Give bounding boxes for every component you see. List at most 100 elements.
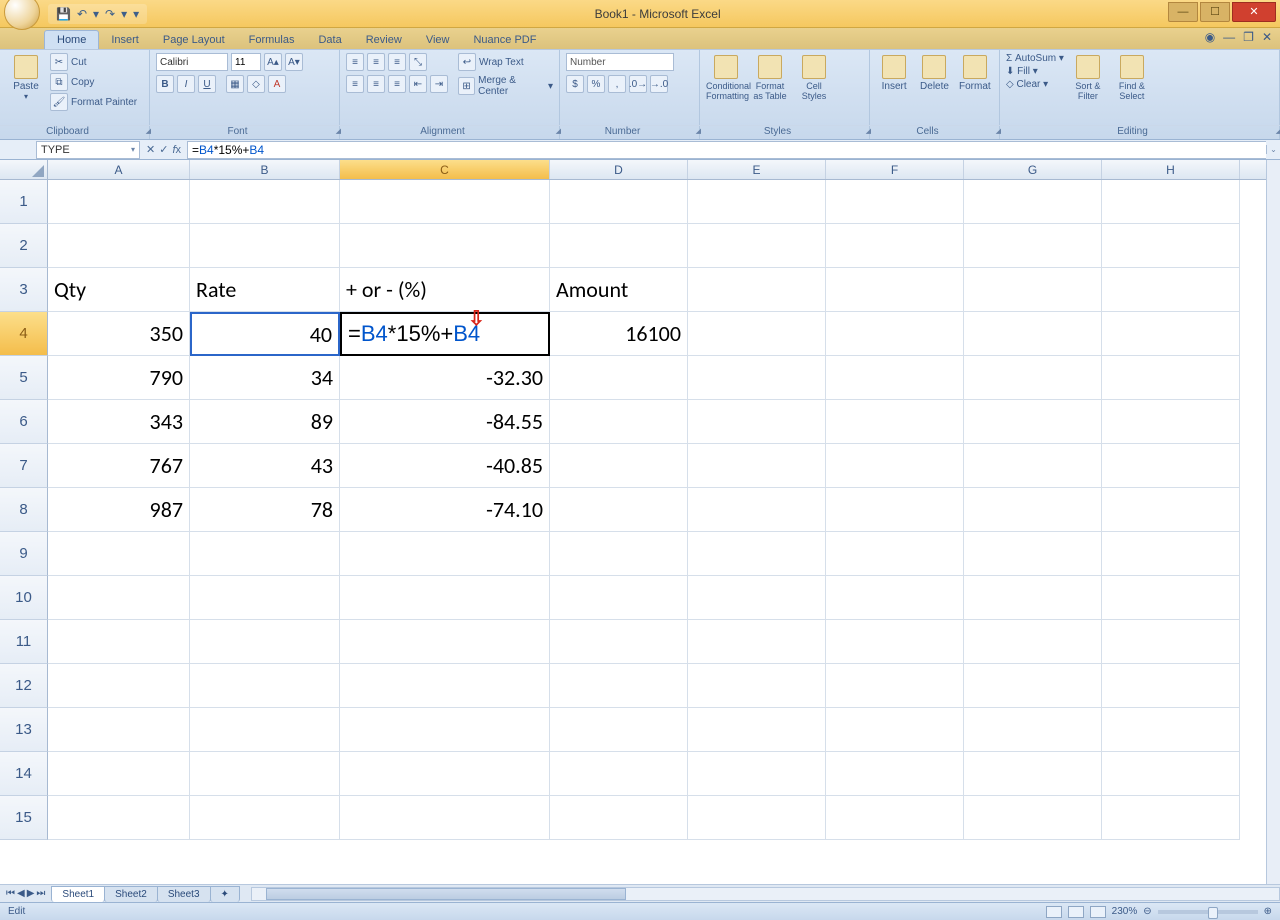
cell-h13[interactable] [1102,708,1240,752]
office-button[interactable] [4,0,40,30]
cell-c2[interactable] [340,224,550,268]
align-top-icon[interactable]: ≡ [346,53,364,71]
row-header-10[interactable]: 10 [0,576,48,620]
align-right-icon[interactable]: ≡ [388,75,406,93]
autosum-button[interactable]: Σ AutoSum ▾ [1006,53,1064,64]
sheet-nav-first-icon[interactable]: ⏮ [6,888,15,899]
cell-h10[interactable] [1102,576,1240,620]
cell-a7[interactable]: 767 [48,444,190,488]
orientation-icon[interactable]: ⤡ [409,53,427,71]
cell-b7[interactable]: 43 [190,444,340,488]
row-header-1[interactable]: 1 [0,180,48,224]
cell-g5[interactable] [964,356,1102,400]
row-header-9[interactable]: 9 [0,532,48,576]
cell-h2[interactable] [1102,224,1240,268]
cell-e14[interactable] [688,752,826,796]
cell-h14[interactable] [1102,752,1240,796]
cell-d14[interactable] [550,752,688,796]
cell-a14[interactable] [48,752,190,796]
cell-b10[interactable] [190,576,340,620]
cell-f8[interactable] [826,488,964,532]
cell-a3[interactable]: Qty [48,268,190,312]
cell-d10[interactable] [550,576,688,620]
cell-d3[interactable]: Amount [550,268,688,312]
cell-g4[interactable] [964,312,1102,356]
help-icon[interactable]: ◉ [1205,30,1215,44]
cell-a6[interactable]: 343 [48,400,190,444]
name-box[interactable]: TYPE▾ [36,141,140,159]
cell-f2[interactable] [826,224,964,268]
wrap-text-icon[interactable]: ↩ [458,53,476,71]
cell-d9[interactable] [550,532,688,576]
cell-b1[interactable] [190,180,340,224]
cell-e7[interactable] [688,444,826,488]
sheet-tab-3[interactable]: Sheet3 [157,886,211,902]
cell-c3[interactable]: + or - (%) [340,268,550,312]
tab-page-layout[interactable]: Page Layout [151,31,237,49]
tab-formulas[interactable]: Formulas [237,31,307,49]
cell-f9[interactable] [826,532,964,576]
cell-g10[interactable] [964,576,1102,620]
number-format-combo[interactable] [566,53,674,71]
fill-button[interactable]: ⬇ Fill ▾ [1006,66,1038,77]
spreadsheet-grid[interactable]: A B C D E F G H 123QtyRate+ or - (%)Amou… [0,160,1266,884]
cell-d5[interactable] [550,356,688,400]
dec-decimal-icon[interactable]: →.0 [650,75,668,93]
cell-h1[interactable] [1102,180,1240,224]
cell-c1[interactable] [340,180,550,224]
cell-c13[interactable] [340,708,550,752]
vertical-scrollbar[interactable] [1266,160,1280,884]
cell-c15[interactable] [340,796,550,840]
cell-d8[interactable] [550,488,688,532]
col-header-c[interactable]: C [340,160,550,179]
cell-h9[interactable] [1102,532,1240,576]
cell-g7[interactable] [964,444,1102,488]
font-name-combo[interactable] [156,53,228,71]
cut-icon[interactable]: ✂ [50,53,68,71]
maximize-button[interactable]: ☐ [1200,2,1230,22]
cell-b13[interactable] [190,708,340,752]
cell-a8[interactable]: 987 [48,488,190,532]
shrink-font-icon[interactable]: A▾ [285,53,303,71]
cell-a4[interactable]: 350 [48,312,190,356]
cell-c7[interactable]: -40.85 [340,444,550,488]
formula-bar[interactable]: =B4*15%+B4 [187,141,1266,159]
cell-h8[interactable] [1102,488,1240,532]
clear-button[interactable]: ◇ Clear ▾ [1006,79,1048,90]
cell-h11[interactable] [1102,620,1240,664]
cell-h4[interactable] [1102,312,1240,356]
cell-c5[interactable]: -32.30 [340,356,550,400]
cell-g12[interactable] [964,664,1102,708]
cell-g15[interactable] [964,796,1102,840]
cell-a5[interactable]: 790 [48,356,190,400]
cell-c6[interactable]: -84.55 [340,400,550,444]
view-pagebreak-icon[interactable] [1090,906,1106,918]
cell-f15[interactable] [826,796,964,840]
underline-button[interactable]: U [198,75,216,93]
tab-nuance-pdf[interactable]: Nuance PDF [461,31,548,49]
cell-g11[interactable] [964,620,1102,664]
cell-d12[interactable] [550,664,688,708]
copy-icon[interactable]: ⧉ [50,73,68,91]
cell-f11[interactable] [826,620,964,664]
cell-h12[interactable] [1102,664,1240,708]
redo-icon[interactable]: ↷ [105,7,115,21]
cell-g3[interactable] [964,268,1102,312]
zoom-in-icon[interactable]: ⊕ [1264,906,1272,917]
align-bottom-icon[interactable]: ≡ [388,53,406,71]
cell-a15[interactable] [48,796,190,840]
cell-e12[interactable] [688,664,826,708]
cell-f5[interactable] [826,356,964,400]
sheet-tab-1[interactable]: Sheet1 [51,886,105,902]
cell-e11[interactable] [688,620,826,664]
cell-g13[interactable] [964,708,1102,752]
cell-h5[interactable] [1102,356,1240,400]
col-header-h[interactable]: H [1102,160,1240,179]
row-header-7[interactable]: 7 [0,444,48,488]
grow-font-icon[interactable]: A▴ [264,53,282,71]
cell-f6[interactable] [826,400,964,444]
cell-b9[interactable] [190,532,340,576]
zoom-out-icon[interactable]: ⊖ [1143,906,1151,917]
cell-d7[interactable] [550,444,688,488]
cell-e8[interactable] [688,488,826,532]
